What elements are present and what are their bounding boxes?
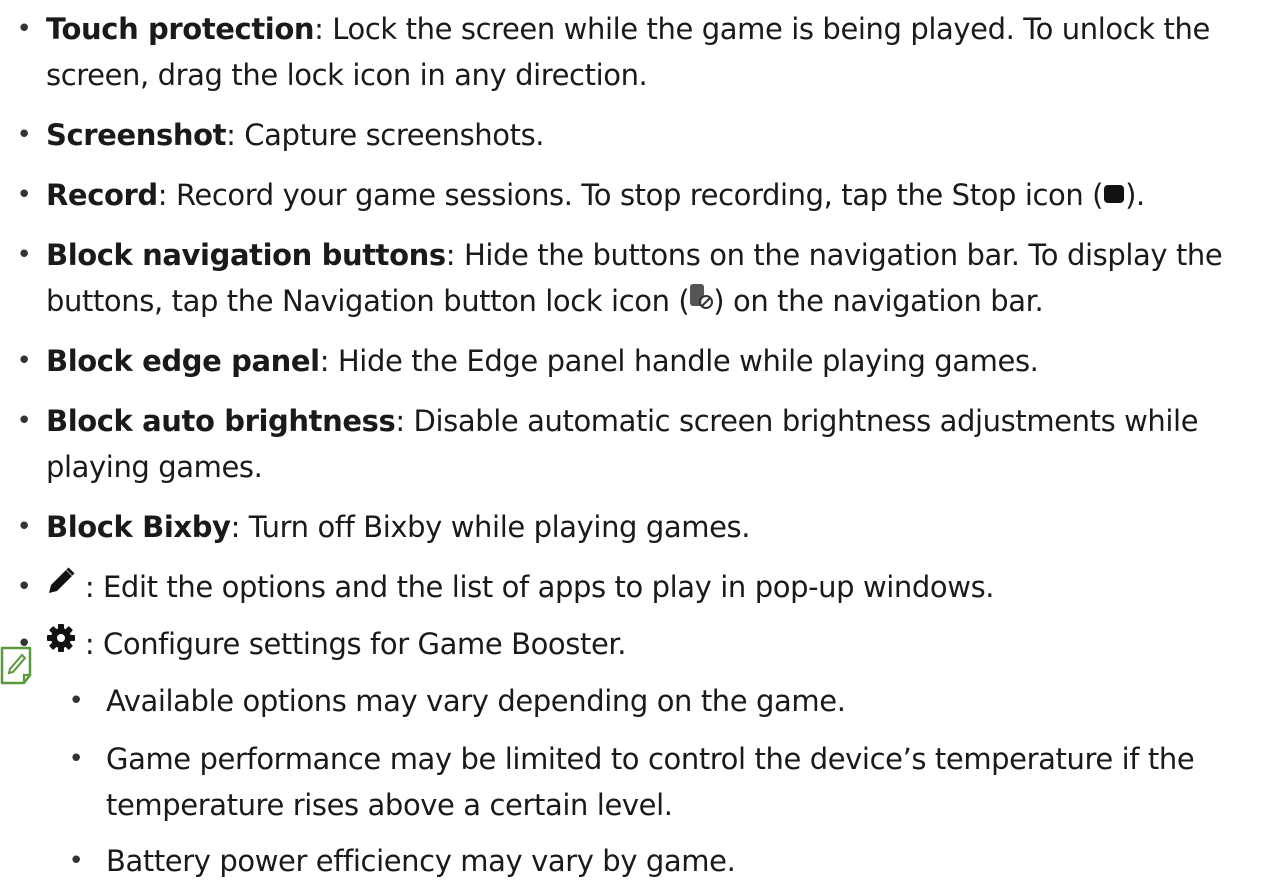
item-term: Record xyxy=(46,178,158,212)
bullet: • xyxy=(16,240,32,270)
item-term: Block navigation buttons xyxy=(46,238,446,272)
item-term: Screenshot xyxy=(46,118,227,152)
item-term: Touch protection xyxy=(46,12,315,46)
item-text: : Configure settings for Game Booster. xyxy=(46,621,1270,669)
item-text: Block auto brightness: Disable automatic… xyxy=(46,404,1199,484)
item-term: Block edge panel xyxy=(46,344,320,378)
item-text: Game performance may be limited to contr… xyxy=(106,742,1195,822)
bullet: • xyxy=(16,572,32,602)
bullet: • xyxy=(16,406,32,436)
bullet: • xyxy=(16,346,32,376)
item-text: Block edge panel: Hide the Edge panel ha… xyxy=(46,344,1039,378)
item-text: Screenshot: Capture screenshots. xyxy=(46,118,545,152)
bullet: • xyxy=(16,180,32,210)
bullet: • xyxy=(68,686,84,716)
stop-icon xyxy=(1103,171,1125,217)
manual-page: • Touch protection: Lock the screen whil… xyxy=(0,0,1274,886)
item-text: Touch protection: Lock the screen while … xyxy=(46,12,1210,92)
bullet: • xyxy=(68,846,84,876)
navigation-button-lock-icon xyxy=(689,277,714,323)
item-text: Block navigation buttons: Hide the butto… xyxy=(46,232,1270,326)
item-text: Record: Record your game sessions. To st… xyxy=(46,172,1270,220)
note-icon xyxy=(0,645,34,687)
item-text: Available options may vary depending on … xyxy=(106,684,846,718)
item-term: Block Bixby xyxy=(46,510,231,544)
bullet: • xyxy=(16,120,32,150)
bullet: • xyxy=(16,14,32,44)
item-term: Block auto brightness xyxy=(46,404,396,438)
item-text: : Edit the options and the list of apps … xyxy=(46,564,1270,612)
bullet: • xyxy=(68,744,84,774)
item-text: Battery power efficiency may vary by gam… xyxy=(106,844,736,878)
bullet: • xyxy=(16,512,32,542)
gear-icon xyxy=(46,620,76,666)
item-text: Block Bixby: Turn off Bixby while playin… xyxy=(46,510,751,544)
pencil-icon xyxy=(46,563,76,609)
